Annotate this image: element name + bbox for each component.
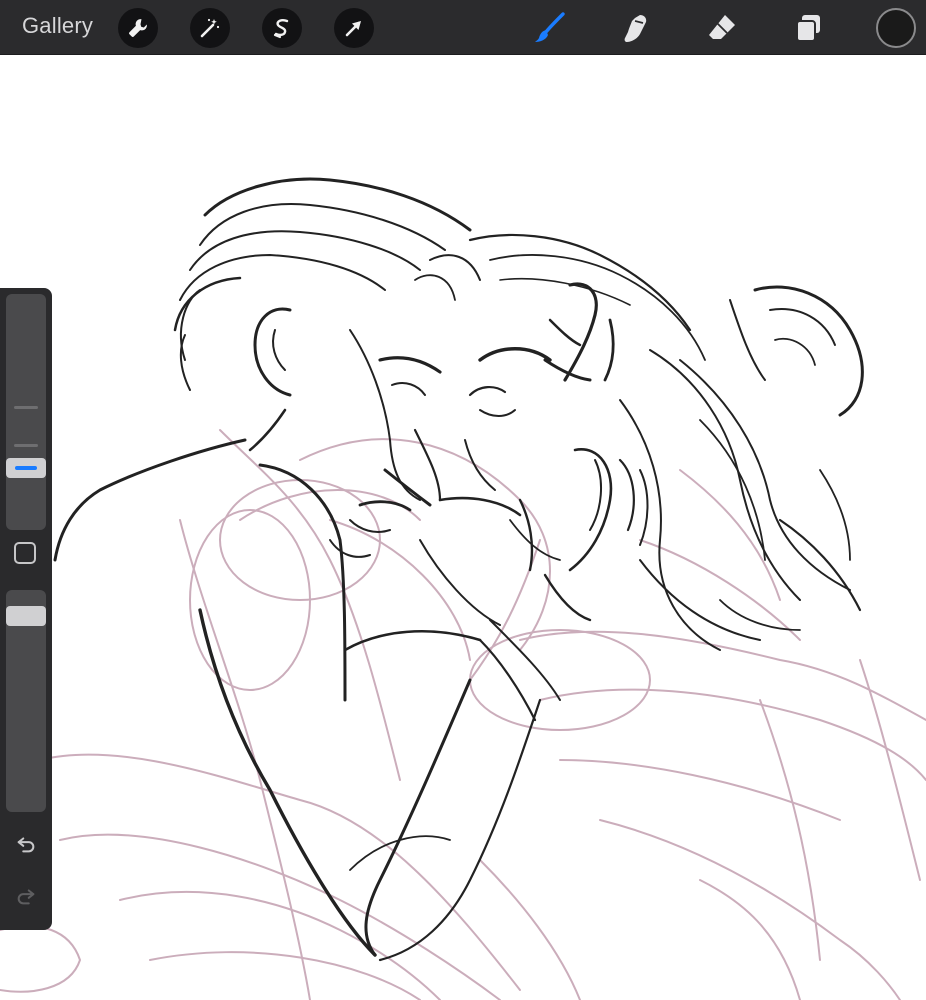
color-picker-button[interactable] [876, 8, 916, 48]
brush-icon [535, 12, 565, 42]
redo-button[interactable] [12, 882, 40, 910]
smudge-tool-button[interactable] [616, 8, 656, 48]
smudge-icon [624, 15, 647, 42]
adjustments-button[interactable] [190, 8, 230, 48]
eraser-tool-button[interactable] [702, 8, 742, 48]
magic-wand-icon [200, 18, 220, 38]
drawing-canvas[interactable] [0, 55, 926, 1000]
ink-layer [53, 177, 542, 962]
ink-layer-right [419, 233, 864, 701]
actions-button[interactable] [118, 8, 158, 48]
size-indicator [15, 466, 37, 470]
top-toolbar: Gallery [0, 0, 926, 55]
left-sidebar [0, 288, 52, 930]
brush-size-slider[interactable] [6, 294, 46, 530]
layers-icon [796, 15, 820, 42]
opacity-thumb[interactable] [6, 606, 46, 626]
brush-tool-button[interactable] [530, 8, 570, 48]
transform-arrow-icon [345, 21, 361, 37]
slider-tick [14, 444, 38, 447]
gallery-button[interactable]: Gallery [22, 13, 93, 39]
pencil-sketch-layer [0, 429, 926, 1000]
wrench-icon [129, 19, 147, 37]
selection-button[interactable] [262, 8, 302, 48]
sketch-artwork [0, 177, 926, 1000]
redo-icon [17, 889, 35, 905]
layers-button[interactable] [788, 8, 828, 48]
slider-tick [14, 406, 38, 409]
modify-button[interactable] [14, 542, 36, 564]
eraser-icon [709, 15, 735, 39]
undo-icon [17, 837, 35, 853]
undo-button[interactable] [12, 830, 40, 858]
brush-size-thumb[interactable] [6, 458, 46, 478]
selection-icon [273, 19, 289, 39]
transform-button[interactable] [334, 8, 374, 48]
